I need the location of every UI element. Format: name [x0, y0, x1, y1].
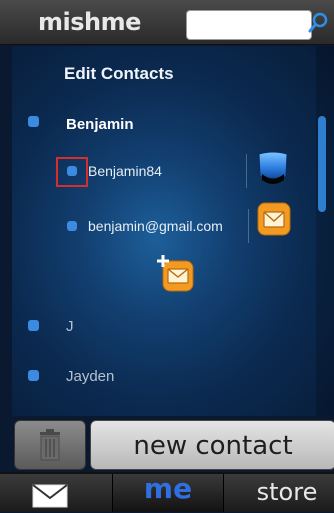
tab-store[interactable]: store [224, 474, 334, 512]
detail-divider [248, 209, 249, 243]
delete-button[interactable] [14, 420, 86, 470]
add-mail-icon[interactable] [156, 254, 196, 294]
contact-name-benjamin[interactable]: Benjamin [66, 116, 134, 133]
detail-username[interactable]: Benjamin84 [88, 163, 162, 179]
contact-bullet [28, 116, 39, 127]
detail-bullet[interactable] [67, 166, 77, 176]
mail-tab-icon [32, 484, 68, 508]
scrollbar-track[interactable] [316, 46, 334, 416]
search-icon[interactable] [306, 11, 330, 35]
tab-mail[interactable] [0, 474, 113, 512]
tab-store-label: store [256, 478, 318, 506]
new-contact-button[interactable]: new contact [90, 420, 334, 470]
top-bar: mishme [0, 0, 334, 45]
app-logo: mishme [38, 8, 141, 36]
messenger-icon[interactable] [256, 150, 290, 188]
tab-me-label: me [143, 472, 193, 505]
contact-name-jayden[interactable]: Jayden [66, 368, 114, 385]
contact-name-j[interactable]: J [66, 318, 74, 335]
page-title: Edit Contacts [64, 64, 174, 83]
scrollbar-thumb[interactable] [318, 116, 326, 212]
contact-bullet [28, 370, 39, 381]
contacts-panel: Edit Contacts Benjamin Benjamin84 benjam… [12, 46, 334, 416]
detail-divider [246, 154, 247, 188]
mail-icon[interactable] [257, 202, 291, 236]
search-input[interactable] [186, 10, 312, 40]
tab-me[interactable]: me [113, 472, 224, 512]
detail-bullet[interactable] [67, 221, 77, 231]
detail-email[interactable]: benjamin@gmail.com [88, 218, 223, 234]
new-contact-label: new contact [133, 431, 293, 461]
bottom-tab-bar: me store [0, 472, 334, 512]
trash-icon [38, 429, 62, 461]
contact-bullet [28, 320, 39, 331]
